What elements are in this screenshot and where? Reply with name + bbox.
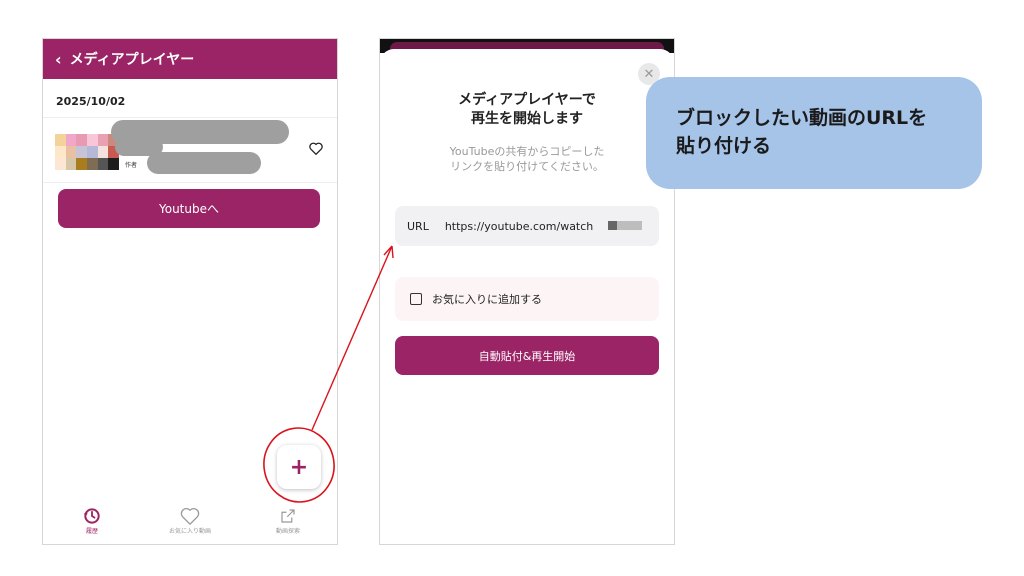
chevron-left-icon[interactable]: ‹ xyxy=(55,50,62,69)
youtube-button[interactable]: Youtubeへ xyxy=(58,189,320,228)
callout-line1: ブロックしたい動画のURLを xyxy=(676,107,928,129)
page-title: メディアプレイヤー xyxy=(69,52,195,68)
nav-item-history[interactable]: 履歴 xyxy=(47,506,137,535)
sheet-title-line1: メディアプレイヤーで xyxy=(458,92,596,108)
url-label: URL xyxy=(407,219,429,233)
history-date: 2025/10/02 xyxy=(56,95,126,108)
history-video-item[interactable]: 作者 xyxy=(43,117,337,183)
nav-item-explore[interactable]: 動画探索 xyxy=(243,506,333,535)
bottom-sheet: ✕ メディアプレイヤーで 再生を開始します YouTubeの共有からコピーした … xyxy=(380,49,674,544)
heart-outline-icon[interactable] xyxy=(309,140,323,159)
sheet-subtitle-line2: リンクを貼り付けてください。 xyxy=(450,160,604,173)
favorite-checkbox[interactable] xyxy=(410,293,422,305)
url-field[interactable]: URL https://youtube.com/watch xyxy=(395,206,659,246)
sheet-subtitle-line1: YouTubeの共有からコピーした xyxy=(449,145,605,158)
video-thumbnail[interactable] xyxy=(55,134,119,170)
nav-label-history: 履歴 xyxy=(85,528,98,535)
sheet-subtitle: YouTubeの共有からコピーした リンクを貼り付けてください。 xyxy=(380,144,674,174)
add-button[interactable]: + xyxy=(277,445,321,489)
favorite-option[interactable]: お気に入りに追加する xyxy=(395,277,659,321)
heart-outline-icon xyxy=(145,506,235,526)
callout-line2: 貼り付ける xyxy=(676,135,772,157)
plus-icon: + xyxy=(289,454,309,480)
bottom-nav: 履歴 お気に入り動画 動画探索 xyxy=(43,506,337,544)
header-bar: ‹ メディアプレイヤー xyxy=(43,39,337,79)
author-label: 作者 xyxy=(125,162,138,169)
sheet-title-line2: 再生を開始します xyxy=(471,111,583,127)
nav-label-favorites: お気に入り動画 xyxy=(168,528,211,535)
nav-item-favorites[interactable]: お気に入り動画 xyxy=(145,506,235,535)
instruction-callout: ブロックしたい動画のURLを 貼り付ける xyxy=(646,77,982,189)
auto-paste-start-button[interactable]: 自動貼付&再生開始 xyxy=(395,336,659,375)
url-input[interactable]: https://youtube.com/watch xyxy=(445,220,593,233)
media-player-url-sheet-screen: ✕ メディアプレイヤーで 再生を開始します YouTubeの共有からコピーした … xyxy=(379,38,675,545)
favorite-checkbox-label: お気に入りに追加する xyxy=(432,293,542,306)
nav-label-explore: 動画探索 xyxy=(275,528,300,535)
redacted-url-2 xyxy=(617,221,642,230)
external-link-icon xyxy=(243,506,333,526)
redacted-author xyxy=(147,152,261,174)
sheet-title: メディアプレイヤーで 再生を開始します xyxy=(380,91,674,129)
media-player-history-screen: ‹ メディアプレイヤー 2025/10/02 作者 Youtubeへ + 履歴 xyxy=(42,38,338,545)
history-icon xyxy=(47,506,137,526)
